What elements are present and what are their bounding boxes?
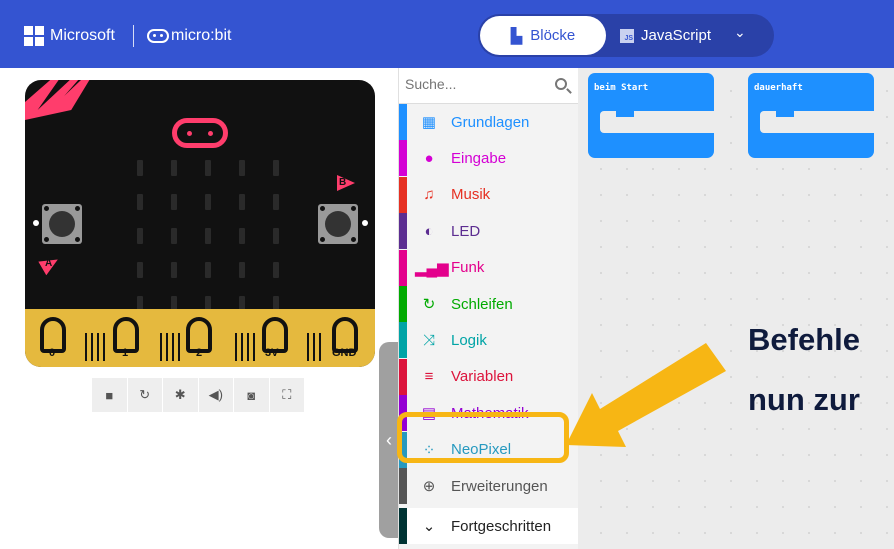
pin-1-label: 1 [122,347,129,359]
pointer-arrow-icon [566,343,726,447]
grid-icon: ▦ [421,114,437,131]
category-schleifen[interactable]: ↻ Schleifen [399,286,579,322]
toolbox-search [399,68,579,104]
category-label: Fortgeschritten [451,517,552,535]
button-a[interactable] [42,204,82,244]
category-eingabe[interactable]: ● Eingabe [399,140,579,177]
category-label: Erweiterungen [451,477,548,495]
toggle-icon: ◐ [424,222,434,240]
caption-line-2: nun zur [748,382,860,417]
led-matrix [137,160,279,312]
category-label: Schleifen [451,295,513,313]
category-erweiterungen[interactable]: ⊕ Erweiterungen [399,468,579,504]
microbit-logo-icon [147,29,169,43]
on-start-block[interactable]: beim Start [588,73,714,158]
chevron-down-icon: ⌄ [422,518,436,536]
pin-edge-connector: 0 1 2 3V GND [25,309,375,367]
category-label: Logik [451,331,487,349]
left-dot [33,220,39,226]
restart-icon[interactable]: ↻ [127,378,162,412]
js-icon: JS [620,28,634,43]
shuffle-icon: ⤨ [422,331,435,349]
debug-icon[interactable]: ✱ [163,378,198,412]
pin-3v-label: 3V [265,347,279,359]
category-grundlagen[interactable]: ▦ Grundlagen [399,104,579,140]
pin-2-label: 2 [196,347,203,359]
forever-block[interactable]: dauerhaft [748,73,874,158]
neopixel-highlight [397,412,569,463]
simulator-toolbar: ■ ↻ ✱ ◀) ◙ ⛶ [92,378,304,412]
block-workspace[interactable]: beim Start dauerhaft [578,68,894,549]
search-input[interactable] [405,76,545,92]
block-toolbox: ▦ Grundlagen ● Eingabe ♫ Musik ◐ LED ▂▄▆Funk ↻ Sch… [398,68,579,549]
microsoft-brand: Microsoft [50,27,115,44]
language-dropdown-chevron-icon[interactable]: ⌄ [734,24,746,41]
signal-icon: ▂▄▆ [415,259,449,277]
category-label: Grundlagen [451,113,530,131]
collapse-simulator-button[interactable]: ‹ [379,342,399,538]
microbit-board[interactable]: A B 0 1 2 3V GND [25,80,375,367]
caption-line-1: Befehle [748,322,860,357]
tab-javascript[interactable]: JS JavaScript [620,16,728,55]
loop-icon: ↻ [422,296,436,313]
corner-decoration [25,80,90,120]
pin-gnd-label: GND [332,347,357,359]
search-icon[interactable] [555,78,567,90]
right-dot [362,220,368,226]
tab-blocks-label: Blöcke [530,27,576,44]
top-bar: Microsoft micro:bit ▙ Blöcke JS JavaScri… [0,0,894,68]
category-label: Musik [451,186,491,204]
headphones-icon: ♫ [423,186,435,204]
category-label: Variablen [451,368,514,386]
plus-icon: ⊕ [422,478,436,495]
microbit-brand[interactable]: micro:bit [171,27,231,45]
category-label: Eingabe [451,149,507,167]
category-musik[interactable]: ♫ Musik [399,176,579,213]
category-label: LED [451,222,481,240]
category-label: Funk [451,259,485,277]
lines-icon: ≡ [424,368,434,386]
forever-title: dauerhaft [754,83,803,93]
stop-icon[interactable]: ■ [92,378,127,412]
circle-icon: ● [424,149,434,167]
button-a-label: A [45,258,53,269]
screenshot-icon[interactable]: ◙ [234,378,269,412]
category-led[interactable]: ◐ LED [399,213,579,250]
category-fortgeschritten[interactable]: ⌄ Fortgeschritten [399,508,579,545]
blocks-icon: ▙ [510,27,523,45]
on-start-title: beim Start [594,83,649,93]
fullscreen-icon[interactable]: ⛶ [269,378,304,412]
mute-icon[interactable]: ◀) [198,378,233,412]
button-b-label: B [339,177,347,188]
header-divider [133,25,134,47]
button-b[interactable] [318,204,358,244]
tab-blocks[interactable]: ▙ Blöcke [480,16,606,55]
chevron-left-icon: ‹ [386,429,392,450]
pin-0-label: 0 [49,347,56,359]
category-funk[interactable]: ▂▄▆ Funk [399,249,579,286]
microsoft-logo-icon [24,26,44,46]
microbit-logo[interactable] [172,118,228,148]
tab-javascript-label: JavaScript [641,27,712,44]
